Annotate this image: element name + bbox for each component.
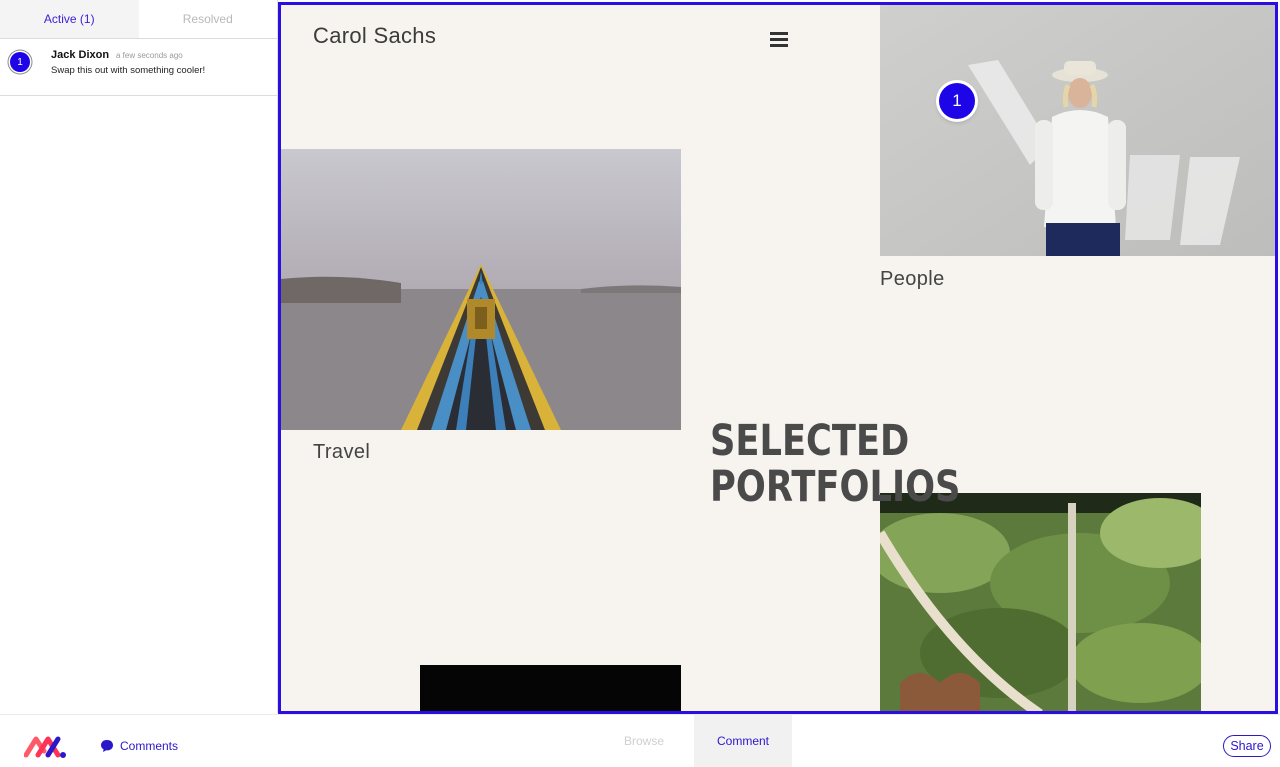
comment-pin[interactable]: 1 <box>939 83 975 119</box>
comment-tabs: Active (1) Resolved <box>0 0 277 39</box>
tab-active[interactable]: Active (1) <box>0 0 139 38</box>
dark-portfolio-image[interactable] <box>420 665 681 711</box>
heading-line: PORTFOLIOS <box>710 462 961 512</box>
tab-resolved[interactable]: Resolved <box>138 0 277 38</box>
people-portfolio-image[interactable] <box>880 5 1275 256</box>
comment-text: Swap this out with something cooler! <box>51 65 206 76</box>
comment-number-badge: 1 <box>10 52 30 72</box>
logo[interactable] <box>23 731 68 761</box>
nature-portfolio-image[interactable] <box>880 493 1201 711</box>
chat-bubble-icon <box>101 740 113 752</box>
heading-line: SELECTED <box>710 416 910 466</box>
travel-portfolio-image[interactable] <box>281 149 681 430</box>
comment-author: Jack Dixon <box>51 49 110 61</box>
comments-panel: Active (1) Resolved 1 Jack Dixon a few s… <box>0 0 278 713</box>
site-title[interactable]: Carol Sachs <box>313 23 436 49</box>
bottom-toolbar: Comments Browse Comment Share <box>0 714 1280 767</box>
people-caption[interactable]: People <box>880 268 945 291</box>
comments-label: Comments <box>120 739 179 753</box>
selected-portfolios-heading: SELECTED PORTFOLIOS <box>710 418 960 510</box>
browse-mode-button[interactable]: Browse <box>604 715 684 767</box>
hamburger-menu-icon[interactable] <box>770 32 790 48</box>
comments-toggle-button[interactable]: Comments <box>100 739 178 753</box>
comment-mode-button[interactable]: Comment <box>694 715 792 767</box>
comment-item[interactable]: 1 Jack Dixon a few seconds ago Swap this… <box>0 39 277 96</box>
travel-caption[interactable]: Travel <box>313 441 370 464</box>
comment-timestamp: a few seconds ago <box>116 51 183 60</box>
share-button[interactable]: Share <box>1223 735 1271 757</box>
website-preview-frame[interactable]: Carol Sachs People Travel SELECTED PORTF… <box>278 2 1278 714</box>
